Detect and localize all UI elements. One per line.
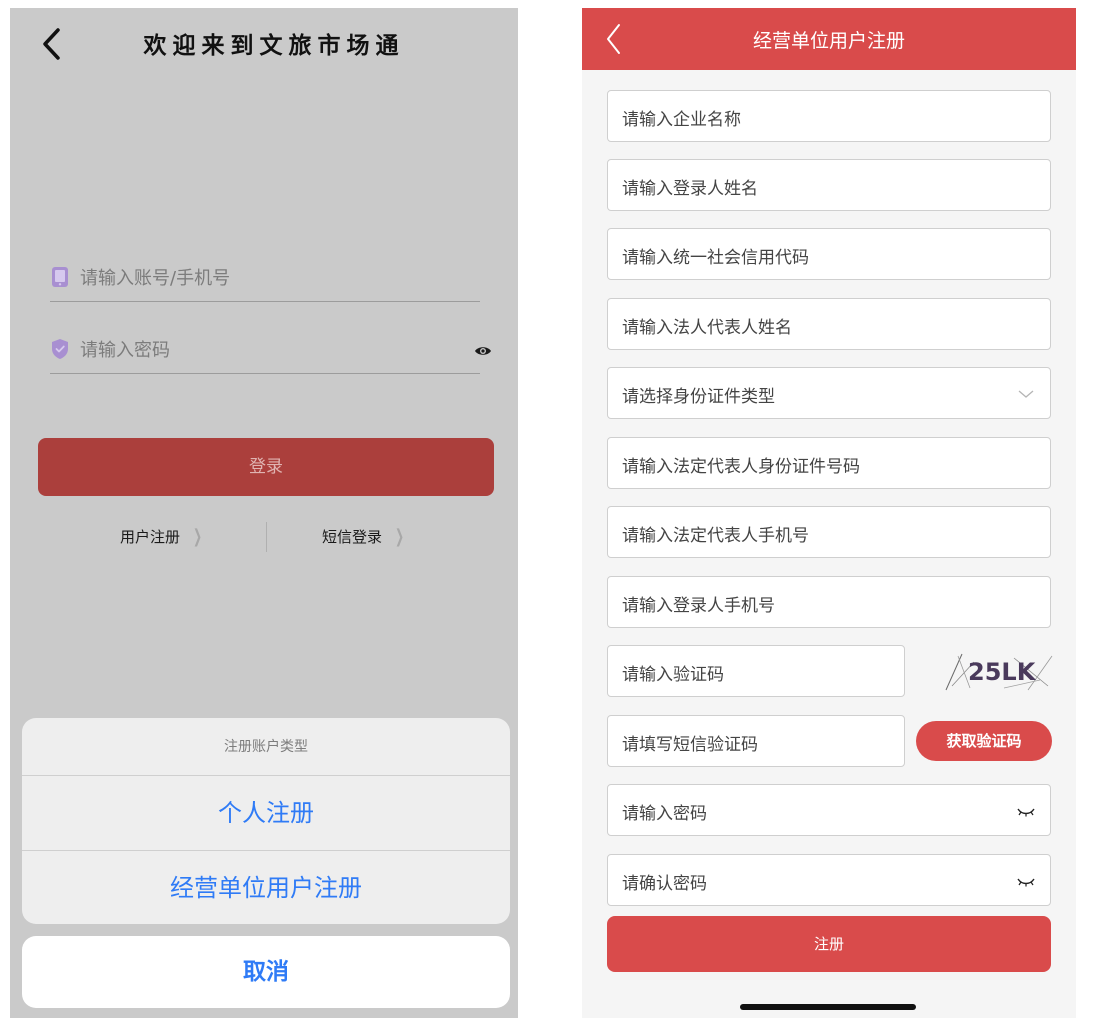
id-type-select[interactable]: 请选择身份证件类型 xyxy=(607,367,1051,419)
login-screen: 欢迎来到文旅市场通 请输入账号/手机号 请输入密码 登录 用户注册 ❯ 短信登录 ❯ xyxy=(10,8,518,1018)
sms-login-link[interactable]: 短信登录 ❯ xyxy=(322,526,407,548)
password-placeholder: 请输入密码 xyxy=(80,340,170,361)
legal-rep-name-placeholder: 请输入法人代表人姓名 xyxy=(622,318,792,338)
login-phone-input[interactable]: 请输入登录人手机号 xyxy=(607,576,1051,628)
captcha-text: 25LK xyxy=(968,658,1037,686)
register-submit-button[interactable]: 注册 xyxy=(607,916,1051,972)
chevron-right-icon: ❯ xyxy=(193,526,203,547)
personal-register-option[interactable]: 个人注册 xyxy=(22,776,510,850)
credit-code-input[interactable]: 请输入统一社会信用代码 xyxy=(607,228,1051,280)
captcha-input[interactable]: 请输入验证码 xyxy=(607,645,905,697)
nav-bar: 经营单位用户注册 xyxy=(582,8,1076,70)
company-name-placeholder: 请输入企业名称 xyxy=(622,110,741,130)
captcha-placeholder: 请输入验证码 xyxy=(622,665,724,685)
cancel-button[interactable]: 取消 xyxy=(22,936,510,1008)
legal-rep-id-placeholder: 请输入法定代表人身份证件号码 xyxy=(622,457,860,477)
password-placeholder: 请输入密码 xyxy=(622,804,707,824)
legal-rep-phone-placeholder: 请输入法定代表人手机号 xyxy=(622,526,809,546)
business-register-option[interactable]: 经营单位用户注册 xyxy=(22,850,510,924)
eye-closed-icon[interactable] xyxy=(1016,804,1036,818)
login-name-placeholder: 请输入登录人姓名 xyxy=(622,179,758,199)
phone-icon xyxy=(52,267,68,287)
confirm-password-placeholder: 请确认密码 xyxy=(622,874,707,894)
eye-icon[interactable] xyxy=(474,344,492,358)
sms-login-link-label: 短信登录 xyxy=(322,528,383,546)
credit-code-placeholder: 请输入统一社会信用代码 xyxy=(622,248,809,268)
nav-bar: 欢迎来到文旅市场通 xyxy=(10,8,518,80)
account-input[interactable]: 请输入账号/手机号 xyxy=(50,256,480,302)
dropdown-chevron-icon xyxy=(1018,390,1034,398)
home-indicator xyxy=(740,1004,916,1010)
page-title: 欢迎来到文旅市场通 xyxy=(143,33,405,59)
page-title: 经营单位用户注册 xyxy=(752,30,905,52)
link-divider xyxy=(266,522,267,552)
eye-closed-icon[interactable] xyxy=(1016,874,1036,888)
login-name-input[interactable]: 请输入登录人姓名 xyxy=(607,159,1051,211)
password-input[interactable]: 请输入密码 xyxy=(607,784,1051,836)
legal-rep-name-input[interactable]: 请输入法人代表人姓名 xyxy=(607,298,1051,350)
password-input[interactable]: 请输入密码 xyxy=(50,328,491,374)
company-name-input[interactable]: 请输入企业名称 xyxy=(607,90,1051,142)
login-links: 用户注册 ❯ 短信登录 ❯ xyxy=(10,522,518,556)
business-register-screen: 经营单位用户注册 请输入企业名称 请输入登录人姓名 请输入统一社会信用代码 请输… xyxy=(582,8,1076,1018)
sms-code-placeholder: 请填写短信验证码 xyxy=(622,735,758,755)
register-link[interactable]: 用户注册 ❯ xyxy=(120,526,205,548)
confirm-password-input[interactable]: 请确认密码 xyxy=(607,854,1051,906)
action-sheet: 注册账户类型 个人注册 经营单位用户注册 xyxy=(22,718,510,924)
id-type-placeholder: 请选择身份证件类型 xyxy=(622,387,775,407)
legal-rep-id-input[interactable]: 请输入法定代表人身份证件号码 xyxy=(607,437,1051,489)
account-placeholder: 请输入账号/手机号 xyxy=(80,268,231,289)
login-phone-placeholder: 请输入登录人手机号 xyxy=(622,596,775,616)
shield-icon xyxy=(52,339,68,359)
legal-rep-phone-input[interactable]: 请输入法定代表人手机号 xyxy=(607,506,1051,558)
chevron-right-icon: ❯ xyxy=(395,526,405,547)
sms-code-input[interactable]: 请填写短信验证码 xyxy=(607,715,905,767)
register-link-label: 用户注册 xyxy=(120,528,181,546)
get-sms-code-button[interactable]: 获取验证码 xyxy=(916,721,1052,761)
action-sheet-title: 注册账户类型 xyxy=(22,718,510,776)
captcha-image[interactable]: 25LK xyxy=(944,650,1054,692)
login-button[interactable]: 登录 xyxy=(38,438,494,496)
